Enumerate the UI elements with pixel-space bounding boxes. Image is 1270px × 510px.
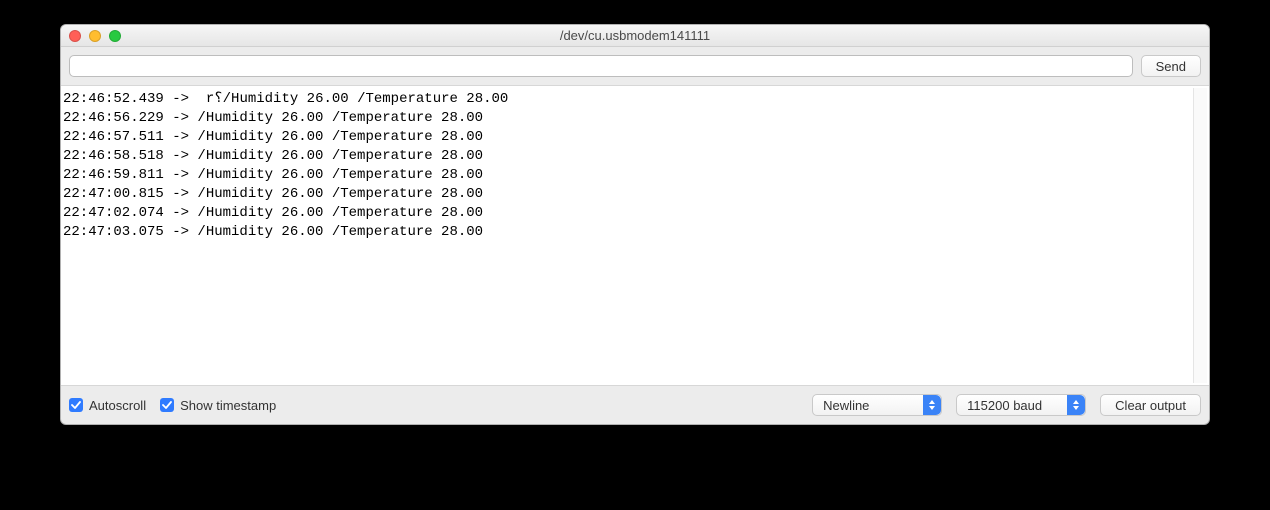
serial-monitor-window: /dev/cu.usbmodem141111 Send 22:46:52.439…	[60, 24, 1210, 425]
close-icon[interactable]	[69, 30, 81, 42]
command-input[interactable]	[69, 55, 1133, 77]
show-timestamp-label: Show timestamp	[180, 398, 276, 413]
window-controls	[69, 30, 121, 42]
line-ending-select[interactable]: Newline	[812, 394, 942, 416]
send-button[interactable]: Send	[1141, 55, 1201, 77]
autoscroll-checkbox[interactable]: Autoscroll	[69, 398, 146, 413]
baud-rate-value: 115200 baud	[967, 398, 1042, 413]
minimize-icon[interactable]	[89, 30, 101, 42]
chevron-up-down-icon	[1067, 395, 1085, 415]
checkbox-checked-icon	[69, 398, 83, 412]
chevron-up-down-icon	[923, 395, 941, 415]
autoscroll-label: Autoscroll	[89, 398, 146, 413]
footer: Autoscroll Show timestamp Newline 115200…	[61, 386, 1209, 424]
baud-rate-select[interactable]: 115200 baud	[956, 394, 1086, 416]
titlebar: /dev/cu.usbmodem141111	[61, 25, 1209, 47]
clear-output-button[interactable]: Clear output	[1100, 394, 1201, 416]
window-title: /dev/cu.usbmodem141111	[61, 28, 1209, 43]
toolbar: Send	[61, 47, 1209, 86]
maximize-icon[interactable]	[109, 30, 121, 42]
show-timestamp-checkbox[interactable]: Show timestamp	[160, 398, 276, 413]
line-ending-value: Newline	[823, 398, 869, 413]
checkbox-checked-icon	[160, 398, 174, 412]
scrollbar[interactable]	[1193, 88, 1207, 383]
serial-output: 22:46:52.439 -> r⸮/Humidity 26.00 /Tempe…	[61, 86, 1193, 385]
output-area: 22:46:52.439 -> r⸮/Humidity 26.00 /Tempe…	[61, 86, 1209, 386]
